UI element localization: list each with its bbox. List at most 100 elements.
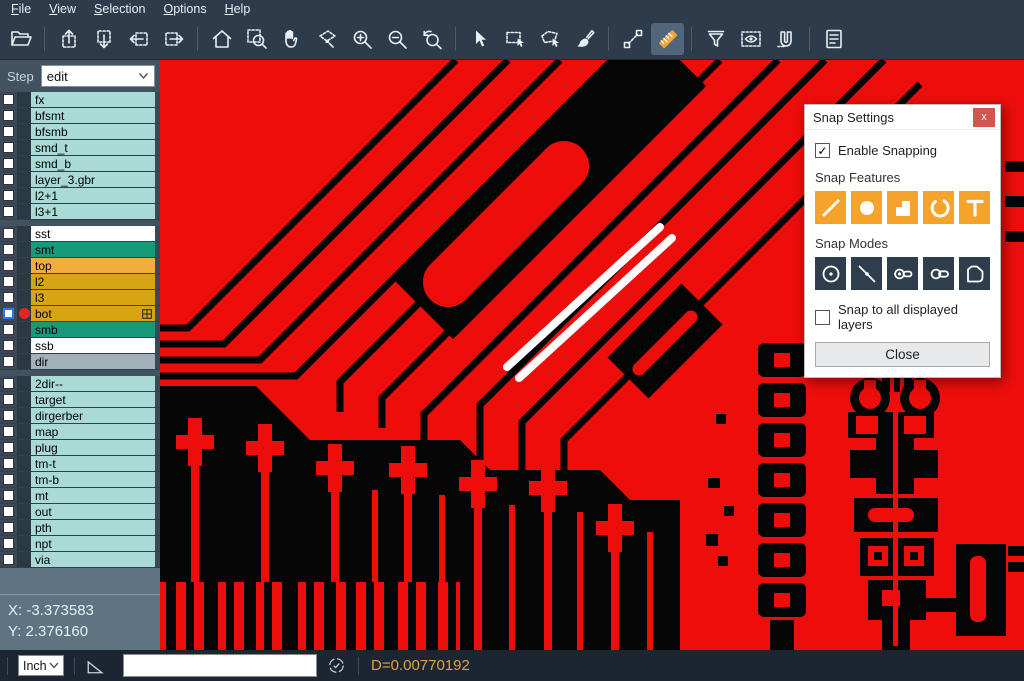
snap-feature-surface-button[interactable] (887, 191, 918, 224)
step-select[interactable]: edit (41, 65, 155, 87)
zoom-in-button[interactable] (345, 23, 378, 55)
layer-row[interactable]: top (0, 258, 160, 274)
layer-row[interactable]: map (0, 424, 160, 440)
measure-input[interactable] (123, 654, 317, 677)
enable-snapping-checkbox[interactable] (815, 143, 830, 158)
snap-magnet-button[interactable] (769, 23, 802, 55)
layer-visibility-checkbox[interactable] (3, 538, 14, 549)
menu-options[interactable]: Options (154, 1, 215, 17)
grid-icon[interactable] (142, 309, 152, 319)
snap-mode-slot-outline-button[interactable] (923, 257, 954, 290)
layer-visibility-checkbox[interactable] (3, 276, 14, 287)
layer-visibility-checkbox[interactable] (3, 292, 14, 303)
select-arrow-button[interactable] (463, 23, 496, 55)
snap-mode-center-button[interactable] (815, 257, 846, 290)
snap-mode-slot-button[interactable] (887, 257, 918, 290)
apply-check-icon[interactable] (327, 656, 346, 675)
layer-visibility-checkbox[interactable] (3, 474, 14, 485)
layer-row[interactable]: bfsmb (0, 124, 160, 140)
layer-visibility-checkbox[interactable] (3, 490, 14, 501)
menu-selection[interactable]: Selection (85, 1, 154, 17)
layer-visibility-checkbox[interactable] (3, 324, 14, 335)
layer-row[interactable]: smb (0, 322, 160, 338)
snap-feature-text-button[interactable] (959, 191, 990, 224)
layer-visibility-checkbox[interactable] (3, 426, 14, 437)
pan-up-button[interactable] (52, 23, 85, 55)
layer-row[interactable]: 2dir-- (0, 376, 160, 392)
layer-row[interactable]: out (0, 504, 160, 520)
layer-row[interactable]: smt (0, 242, 160, 258)
zoom-window-button[interactable] (240, 23, 273, 55)
pan-right-button[interactable] (157, 23, 190, 55)
filter-button[interactable] (699, 23, 732, 55)
pan-left-button[interactable] (122, 23, 155, 55)
layer-row[interactable]: mt (0, 488, 160, 504)
layer-row[interactable]: bfsmt (0, 108, 160, 124)
layer-visibility-checkbox[interactable] (3, 522, 14, 533)
layer-row[interactable]: dir (0, 354, 160, 370)
zoom-object-button[interactable] (310, 23, 343, 55)
layer-row[interactable]: l2 (0, 274, 160, 290)
layer-row[interactable]: smd_t (0, 140, 160, 156)
layer-row[interactable]: l2+1 (0, 188, 160, 204)
layer-visibility-checkbox[interactable] (3, 142, 14, 153)
select-rectangle-button[interactable] (498, 23, 531, 55)
measure-distance-button[interactable] (616, 23, 649, 55)
snap-mode-point-on-line-button[interactable] (851, 257, 882, 290)
zoom-previous-button[interactable] (415, 23, 448, 55)
snap-all-layers-checkbox[interactable] (815, 310, 830, 325)
layer-row[interactable]: bot (0, 306, 160, 322)
menu-file[interactable]: File (2, 1, 40, 17)
layer-visibility-checkbox[interactable] (3, 110, 14, 121)
layer-visibility-checkbox[interactable] (3, 190, 14, 201)
layer-row[interactable]: ssb (0, 338, 160, 354)
dialog-title-bar[interactable]: Snap Settings x (805, 105, 1000, 130)
unit-select[interactable]: Inch (18, 655, 64, 676)
layer-row[interactable]: layer_3.gbr (0, 172, 160, 188)
snap-feature-arc-button[interactable] (923, 191, 954, 224)
layer-visibility-checkbox[interactable] (3, 126, 14, 137)
layer-row[interactable]: sst (0, 226, 160, 242)
layer-row[interactable]: smd_b (0, 156, 160, 172)
layer-row[interactable]: pth (0, 520, 160, 536)
layer-visibility-checkbox[interactable] (3, 94, 14, 105)
layer-visibility-checkbox[interactable] (3, 340, 14, 351)
snap-mode-profile-button[interactable] (959, 257, 990, 290)
layer-visibility-checkbox[interactable] (3, 378, 14, 389)
close-button[interactable]: Close (815, 342, 990, 367)
zoom-home-button[interactable] (205, 23, 238, 55)
layer-row[interactable]: tm-b (0, 472, 160, 488)
layer-visibility-checkbox[interactable] (3, 228, 14, 239)
select-polygon-button[interactable] (533, 23, 566, 55)
dialog-close-icon[interactable]: x (973, 108, 995, 127)
layer-visibility-checkbox[interactable] (3, 308, 14, 319)
layer-visibility-checkbox[interactable] (3, 458, 14, 469)
menu-help[interactable]: Help (216, 1, 260, 17)
layer-row[interactable]: via (0, 552, 160, 568)
report-button[interactable] (817, 23, 850, 55)
layer-row[interactable]: target (0, 392, 160, 408)
layer-visibility-checkbox[interactable] (3, 506, 14, 517)
open-file-button[interactable] (4, 23, 37, 55)
zoom-out-button[interactable] (380, 23, 413, 55)
ruler-button[interactable] (651, 23, 684, 55)
layer-visibility-checkbox[interactable] (3, 206, 14, 217)
layer-visibility-checkbox[interactable] (3, 260, 14, 271)
layer-visibility-checkbox[interactable] (3, 356, 14, 367)
layer-row[interactable]: tm-t (0, 456, 160, 472)
pan-down-button[interactable] (87, 23, 120, 55)
paint-brush-button[interactable] (568, 23, 601, 55)
layer-row[interactable]: plug (0, 440, 160, 456)
layer-visibility-checkbox[interactable] (3, 158, 14, 169)
layer-row[interactable]: npt (0, 536, 160, 552)
angle-mode-icon[interactable] (85, 657, 105, 675)
snap-feature-pad-button[interactable] (851, 191, 882, 224)
pan-hand-button[interactable] (275, 23, 308, 55)
view-options-button[interactable] (734, 23, 767, 55)
layer-visibility-checkbox[interactable] (3, 394, 14, 405)
layer-row[interactable]: l3 (0, 290, 160, 306)
layer-visibility-checkbox[interactable] (3, 174, 14, 185)
layer-row[interactable]: fx (0, 92, 160, 108)
layer-visibility-checkbox[interactable] (3, 244, 14, 255)
menu-view[interactable]: View (40, 1, 85, 17)
